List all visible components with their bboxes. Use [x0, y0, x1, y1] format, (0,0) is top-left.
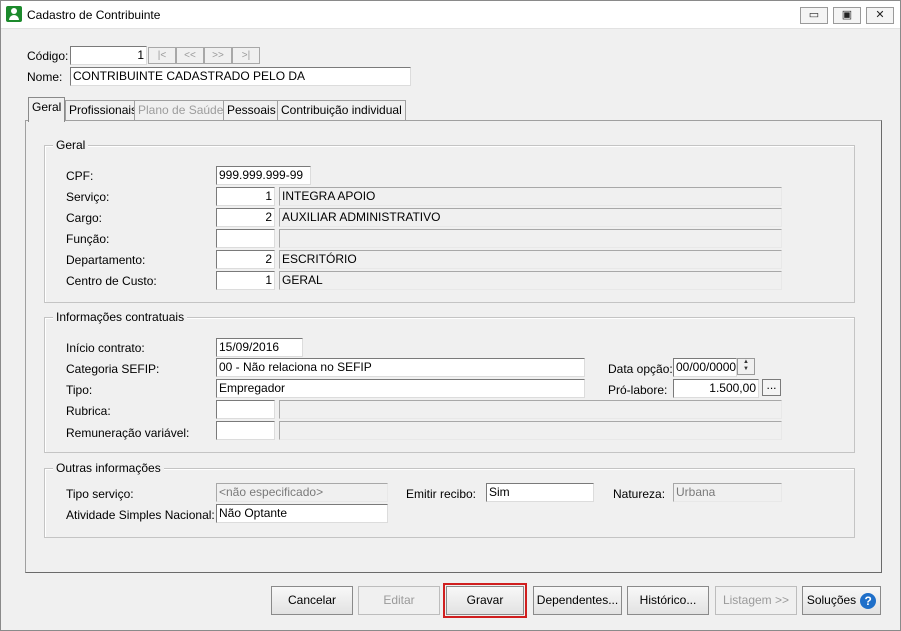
cargo-label: Cargo: — [66, 211, 103, 225]
group-outras-informacoes: Outras informações — [44, 461, 855, 538]
departamento-code-input[interactable]: 2 — [216, 250, 275, 269]
last-record-button[interactable]: >| — [232, 47, 260, 64]
tab-plano-de-saude[interactable]: Plano de Saúde — [134, 100, 228, 121]
group-contratuais-title: Informações contratuais — [53, 310, 188, 324]
help-icon: ? — [860, 592, 877, 609]
atividade-simples-select[interactable]: Não Optante — [216, 504, 388, 523]
gravar-button[interactable]: Gravar — [443, 583, 527, 618]
tab-pessoais[interactable]: Pessoais — [223, 100, 280, 121]
minimize-button[interactable]: ▭ — [800, 7, 828, 24]
solucoes-button[interactable]: Soluções? — [802, 586, 881, 615]
editar-button[interactable]: Editar — [358, 586, 440, 615]
remuneracao-code-input[interactable] — [216, 421, 275, 440]
emitir-recibo-select[interactable]: Sim — [486, 483, 594, 502]
tipo-label: Tipo: — [66, 383, 93, 397]
categoria-sefip-label: Categoria SEFIP: — [66, 362, 160, 376]
cargo-code-input[interactable]: 2 — [216, 208, 275, 227]
atividade-simples-label: Atividade Simples Nacional: — [66, 508, 215, 522]
servico-description: INTEGRA APOIO — [279, 187, 782, 206]
tipo-servico-label: Tipo serviço: — [66, 487, 134, 501]
emitir-recibo-label: Emitir recibo: — [406, 487, 477, 501]
natureza-label: Natureza: — [613, 487, 666, 501]
spin-up-icon[interactable]: ▲ — [738, 359, 754, 366]
data-opcao-label: Data opção: — [608, 362, 673, 376]
tab-profissionais[interactable]: Profissionais — [65, 100, 142, 121]
servico-code-input[interactable]: 1 — [216, 187, 275, 206]
cpf-label: CPF: — [66, 169, 94, 183]
codigo-label: Código: — [27, 49, 69, 63]
centro-custo-label: Centro de Custo: — [66, 274, 157, 288]
contribuinte-window: Cadastro de Contribuinte ▭ ▣ ✕ Código: 1… — [0, 0, 901, 631]
codigo-input[interactable]: 1 — [70, 46, 147, 65]
listagem-button[interactable]: Listagem >> — [715, 586, 797, 615]
tipo-servico-select[interactable]: <não especificado> — [216, 483, 388, 502]
tab-geral[interactable]: Geral — [28, 97, 66, 122]
departamento-description: ESCRITÓRIO — [279, 250, 782, 269]
funcao-label: Função: — [66, 232, 110, 246]
cargo-description: AUXILIAR ADMINISTRATIVO — [279, 208, 782, 227]
natureza-select[interactable]: Urbana — [673, 483, 782, 502]
pro-labore-input[interactable]: 1.500,00 — [673, 379, 759, 398]
tipo-select[interactable]: Empregador — [216, 379, 585, 398]
nome-label: Nome: — [27, 70, 63, 84]
spin-down-icon[interactable]: ▼ — [738, 366, 754, 373]
nome-input[interactable]: CONTRIBUINTE CADASTRADO PELO DA — [70, 67, 411, 86]
remuneracao-description — [279, 421, 782, 440]
title-bar: Cadastro de Contribuinte ▭ ▣ ✕ — [1, 1, 900, 29]
rubrica-label: Rubrica: — [66, 404, 111, 418]
maximize-button[interactable]: ▣ — [833, 7, 861, 24]
group-outras-title: Outras informações — [53, 461, 164, 475]
centro-custo-code-input[interactable]: 1 — [216, 271, 275, 290]
data-opcao-spinner[interactable]: ▲ ▼ — [737, 358, 755, 375]
pro-labore-label: Pró-labore: — [608, 383, 668, 397]
dependentes-button[interactable]: Dependentes... — [533, 586, 622, 615]
servico-label: Serviço: — [66, 190, 110, 204]
previous-record-button[interactable]: << — [176, 47, 204, 64]
window-title: Cadastro de Contribuinte — [27, 8, 161, 22]
inicio-contrato-label: Início contrato: — [66, 341, 145, 355]
app-person-icon — [6, 6, 22, 22]
data-opcao-input[interactable]: 00/00/0000 — [673, 358, 737, 377]
rubrica-code-input[interactable] — [216, 400, 275, 419]
solucoes-label: Soluções — [806, 593, 857, 607]
inicio-contrato-input[interactable]: 15/09/2016 — [216, 338, 303, 357]
first-record-button[interactable]: |< — [148, 47, 176, 64]
cpf-input[interactable]: 999.999.999-99 — [216, 166, 311, 185]
centro-custo-description: GERAL — [279, 271, 782, 290]
cancelar-button[interactable]: Cancelar — [271, 586, 353, 615]
group-geral-title: Geral — [53, 138, 89, 152]
funcao-description — [279, 229, 782, 248]
remuneracao-variavel-label: Remuneração variável: — [66, 426, 190, 440]
tab-contribuicao-individual[interactable]: Contribuição individual — [277, 100, 406, 121]
close-button[interactable]: ✕ — [866, 7, 894, 24]
rubrica-description — [279, 400, 782, 419]
funcao-code-input[interactable] — [216, 229, 275, 248]
historico-button[interactable]: Histórico... — [627, 586, 709, 615]
departamento-label: Departamento: — [66, 253, 146, 267]
categoria-sefip-select[interactable]: 00 - Não relaciona no SEFIP — [216, 358, 585, 377]
pro-labore-ellipsis-button[interactable]: ... — [762, 379, 781, 396]
next-record-button[interactable]: >> — [204, 47, 232, 64]
